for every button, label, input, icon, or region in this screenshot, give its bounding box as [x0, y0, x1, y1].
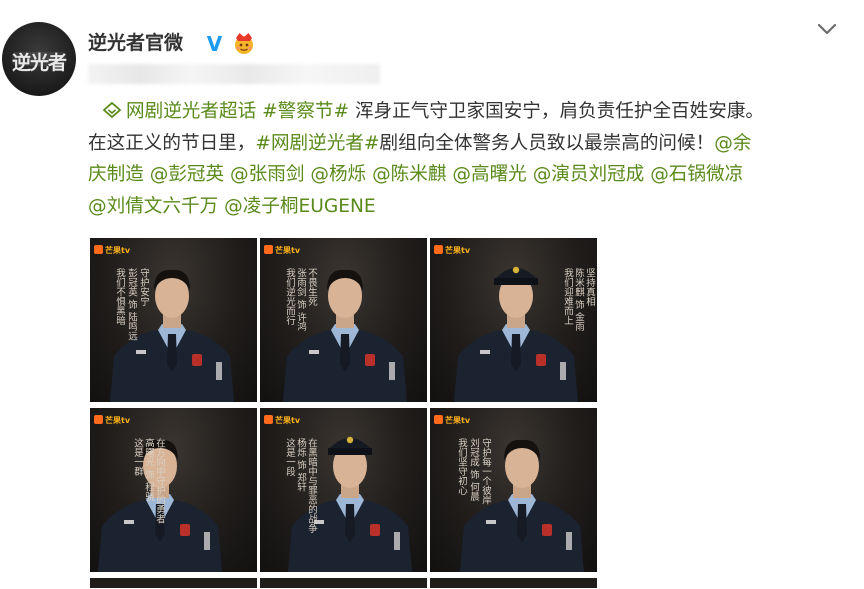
poster-caption: 彭冠英 饰 陆鸣远	[126, 268, 137, 341]
poster-image[interactable]: 芒果tv 我们逆光而行 不畏生死 张雨剑 饰 许鸿	[260, 238, 427, 402]
poster-caption: 我们坚守初心	[456, 438, 467, 495]
chevron-down-icon[interactable]	[816, 20, 838, 38]
mango-tv-logo: 芒果tv	[264, 245, 300, 256]
officer-figure	[288, 436, 412, 572]
poster-caption: 高曙光 饰 程骁	[143, 438, 154, 502]
poster-image-partial[interactable]	[90, 578, 257, 588]
poster-caption: 张雨剑 饰 许鸿	[295, 268, 306, 332]
mango-tv-logo: 芒果tv	[434, 415, 470, 426]
avatar-logo-text: 逆光者	[11, 52, 67, 74]
post-text-segment: 剧组向全体警务人员致以最崇高的问候！	[379, 132, 715, 154]
poster-image[interactable]: 芒果tv 我们不惧黑暗 守护安宁 彭冠英 饰 陆鸣远	[90, 238, 257, 402]
officer-figure	[98, 439, 222, 572]
mention-link[interactable]: @陈米麒	[372, 164, 446, 185]
post-meta-obscured	[88, 64, 380, 84]
poster-caption: 我们不惧黑暗	[114, 268, 125, 325]
mention-link[interactable]: @石锅微凉	[650, 164, 743, 185]
mention-link[interactable]: @张雨剑	[230, 164, 304, 185]
poster-caption: 守护每一个彼岸	[480, 438, 491, 505]
hashtag-police-day[interactable]: #警察节#	[262, 101, 349, 122]
mention-link[interactable]: @彭冠英	[150, 164, 224, 185]
post-line-2: 在这正义的节日里，#网剧逆光者#剧组向全体警务人员致以最崇高的问候！@余	[88, 128, 848, 160]
poster-caption: 守护安宁	[138, 268, 149, 306]
mention-link[interactable]: @刘倩文六千万	[88, 196, 218, 217]
post-line-4: @刘倩文六千万 @凌子桐EUGENE	[88, 191, 848, 223]
poster-image-partial[interactable]	[260, 578, 427, 588]
topic-link-icon	[102, 101, 122, 119]
poster-caption: 刘冠成 饰 何晨	[468, 438, 479, 502]
supertopic-link[interactable]: 网剧逆光者超话	[126, 101, 256, 122]
poster-caption: 陈米麒 饰 金雨	[573, 268, 584, 332]
post-line-3: 庆制造 @彭冠英 @张雨剑 @杨烁 @陈米麒 @高曙光 @演员刘冠成 @石锅微凉	[88, 159, 848, 191]
avatar[interactable]: 逆光者	[2, 22, 76, 96]
post-text: 网剧逆光者超话 #警察节# 浑身正气守卫家国安宁，肩负责任护全百姓安康。 在这正…	[88, 96, 848, 222]
poster-image[interactable]: 芒果tv 我们迎难而上 坚持真相 陈米麒 饰 金雨	[430, 238, 597, 402]
mention-link[interactable]: @高曙光	[452, 164, 526, 185]
poster-image[interactable]: 芒果tv 这是一群 在方向中守护的勇者 高曙光 饰 程骁	[90, 408, 257, 572]
mango-tv-logo: 芒果tv	[264, 415, 300, 426]
poster-image-partial[interactable]	[430, 578, 597, 588]
mention-link[interactable]: @余	[714, 133, 751, 154]
mention-link[interactable]: @演员刘冠成	[533, 164, 645, 185]
post-text-segment: 浑身正气守卫家国安宁，肩负责任护全百姓安康。	[349, 101, 765, 122]
mention-link[interactable]: @杨烁	[310, 164, 366, 185]
poster-image[interactable]: 芒果tv 我们坚守初心 守护每一个彼岸 刘冠成 饰 何晨	[430, 408, 597, 572]
mention-link[interactable]: 庆制造	[88, 164, 144, 185]
mention-link[interactable]: @凌子桐EUGENE	[224, 196, 376, 217]
post-text-segment: 在这正义的节日里，	[88, 132, 256, 154]
mango-tv-logo: 芒果tv	[94, 245, 130, 256]
mango-tv-logo: 芒果tv	[434, 245, 470, 256]
verified-v-icon: V	[204, 33, 225, 54]
hashtag-drama[interactable]: #网剧逆光者#	[255, 133, 379, 154]
poster-image[interactable]: 芒果tv 这是一段 在黑暗中与罪恶的战争 杨烁 饰 郑轩	[260, 408, 427, 572]
poster-caption: 杨烁 饰 郑轩	[295, 438, 306, 492]
account-name[interactable]: 逆光者官微	[88, 28, 183, 55]
post-line-1: 网剧逆光者超话 #警察节# 浑身正气守卫家国安宁，肩负责任护全百姓安康。	[88, 96, 848, 128]
crown-emoji-icon	[235, 33, 253, 54]
mango-tv-logo: 芒果tv	[94, 415, 130, 426]
